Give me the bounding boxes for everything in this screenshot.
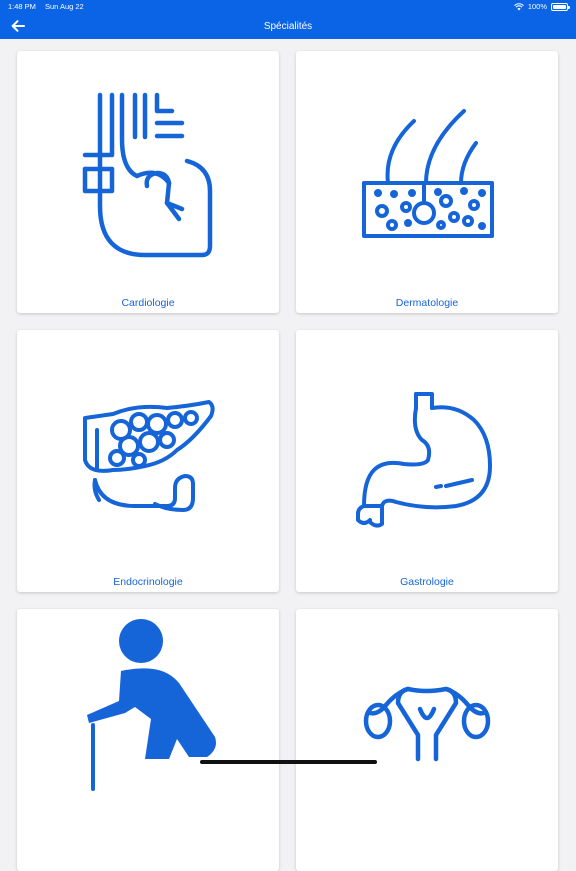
battery-percent: 100% xyxy=(527,2,547,11)
specialty-label: Endocrinologie xyxy=(113,576,183,588)
status-right: 100% xyxy=(513,2,570,11)
specialty-card-endocrinologie[interactable]: Endocrinologie xyxy=(17,330,279,592)
arrow-left-icon xyxy=(11,20,25,32)
specialty-card-gastrologie[interactable]: Gastrologie xyxy=(296,330,558,592)
specialty-card-gynecologie[interactable] xyxy=(296,609,558,871)
heart-icon xyxy=(82,92,213,258)
specialty-label: Cardiologie xyxy=(121,297,175,309)
uterus-icon xyxy=(363,686,491,762)
back-button[interactable] xyxy=(8,16,28,36)
pancreas-icon xyxy=(83,400,215,512)
status-time: 1:48 PM xyxy=(8,2,36,11)
page-title: Spécialités xyxy=(263,20,313,32)
specialty-card-geriatrie[interactable] xyxy=(17,609,279,871)
status-bar: 1:48 PM Sun Aug 22 100% xyxy=(0,0,576,13)
skin-icon xyxy=(362,109,494,238)
specialty-grid: Cardiologie Dermatologie Endocrinologie … xyxy=(17,51,558,871)
specialty-label: Dermatologie xyxy=(395,297,459,309)
elderly-person-icon xyxy=(87,619,216,791)
stomach-icon xyxy=(356,392,492,528)
nav-bar: Spécialités xyxy=(0,13,576,39)
specialty-card-dermatologie[interactable]: Dermatologie xyxy=(296,51,558,313)
specialty-card-cardiologie[interactable]: Cardiologie xyxy=(17,51,279,313)
status-date: Sun Aug 22 xyxy=(44,2,84,11)
home-indicator[interactable] xyxy=(200,760,377,764)
battery-icon xyxy=(551,2,570,11)
specialty-label: Gastrologie xyxy=(400,576,454,588)
wifi-icon xyxy=(513,2,524,10)
